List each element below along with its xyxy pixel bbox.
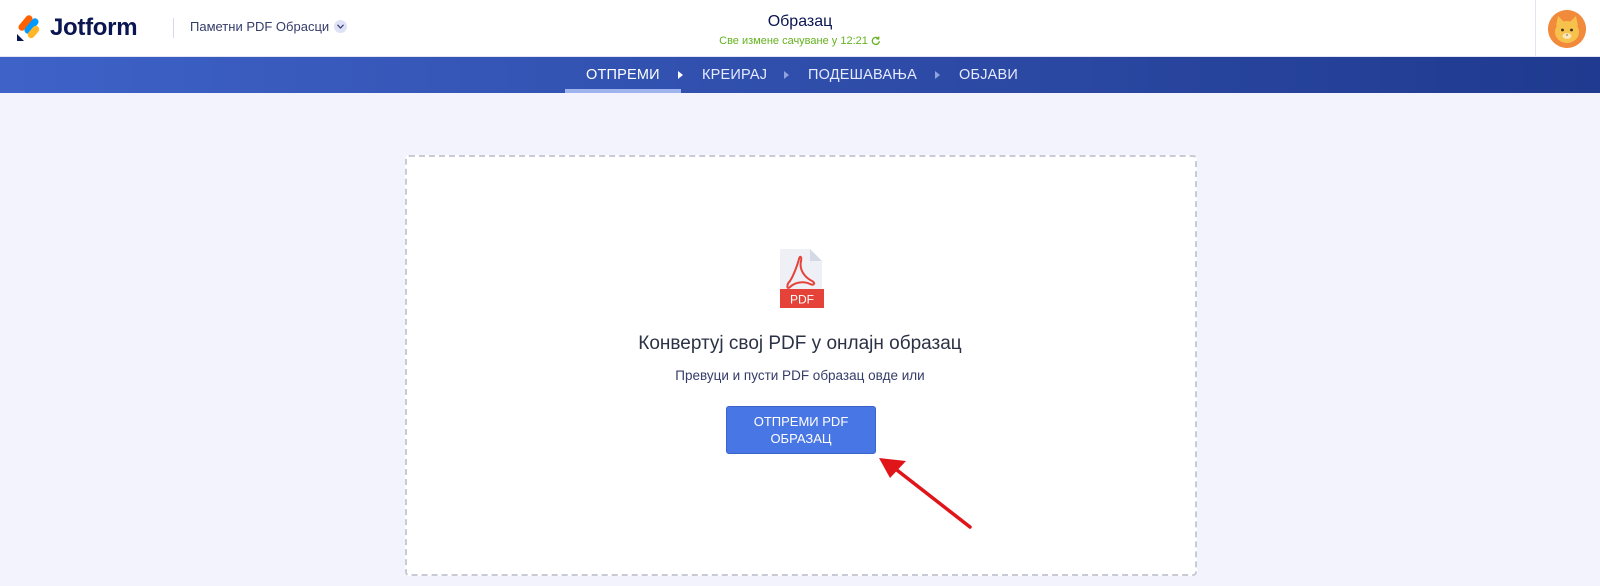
jotform-logo-icon: [17, 15, 40, 41]
header-divider: [173, 18, 174, 38]
avatar-divider: [1535, 0, 1536, 57]
refresh-icon: [871, 36, 880, 46]
brand-name: Jotform: [50, 14, 138, 41]
upload-pdf-button[interactable]: ОТПРЕМИ PDF ОБРАЗАЦ: [726, 406, 876, 454]
top-header: Jotform Паметни PDF Обрасци Образац Све …: [0, 0, 1600, 57]
avatar[interactable]: [1548, 10, 1586, 48]
tab-create[interactable]: КРЕИРАЈ: [702, 57, 767, 93]
tab-upload[interactable]: ОТПРЕМИ: [586, 57, 660, 93]
step-navigation: ОТПРЕМИ КРЕИРАЈ ПОДЕШАВАЊА ОБЈАВИ: [0, 57, 1600, 93]
saved-status: Све измене сачуване у 12:21: [600, 35, 1000, 47]
tab-settings[interactable]: ПОДЕШАВАЊА: [808, 57, 917, 93]
step-arrow-icon: [678, 71, 683, 79]
upload-button-line2: ОБРАЗАЦ: [770, 431, 832, 446]
avatar-icon: [1548, 10, 1586, 48]
form-title-area: Образац Све измене сачуване у 12:21: [600, 13, 1000, 47]
saved-status-text: Све измене сачуване у 12:21: [719, 35, 868, 47]
active-tab-indicator: [565, 89, 681, 93]
folder-dropdown[interactable]: Паметни PDF Обрасци: [190, 19, 348, 34]
pdf-dropzone[interactable]: [405, 155, 1197, 576]
folder-label: Паметни PDF Обрасци: [190, 19, 330, 34]
jotform-logo[interactable]: Jotform: [16, 13, 138, 43]
upload-subtext: Превуци и пусти PDF образац овде или: [675, 368, 925, 383]
pdf-badge-text: PDF: [790, 293, 814, 307]
step-arrow-icon: [784, 71, 789, 79]
form-title[interactable]: Образац: [600, 13, 1000, 31]
upload-heading: Конвертуј свој PDF у онлајн образац: [638, 333, 962, 354]
tab-publish[interactable]: ОБЈАВИ: [959, 57, 1018, 93]
step-arrow-icon: [935, 71, 940, 79]
chevron-down-icon: [334, 20, 348, 33]
upload-button-line1: ОТПРЕМИ PDF: [753, 414, 849, 429]
pdf-file-icon: PDF: [778, 249, 824, 313]
